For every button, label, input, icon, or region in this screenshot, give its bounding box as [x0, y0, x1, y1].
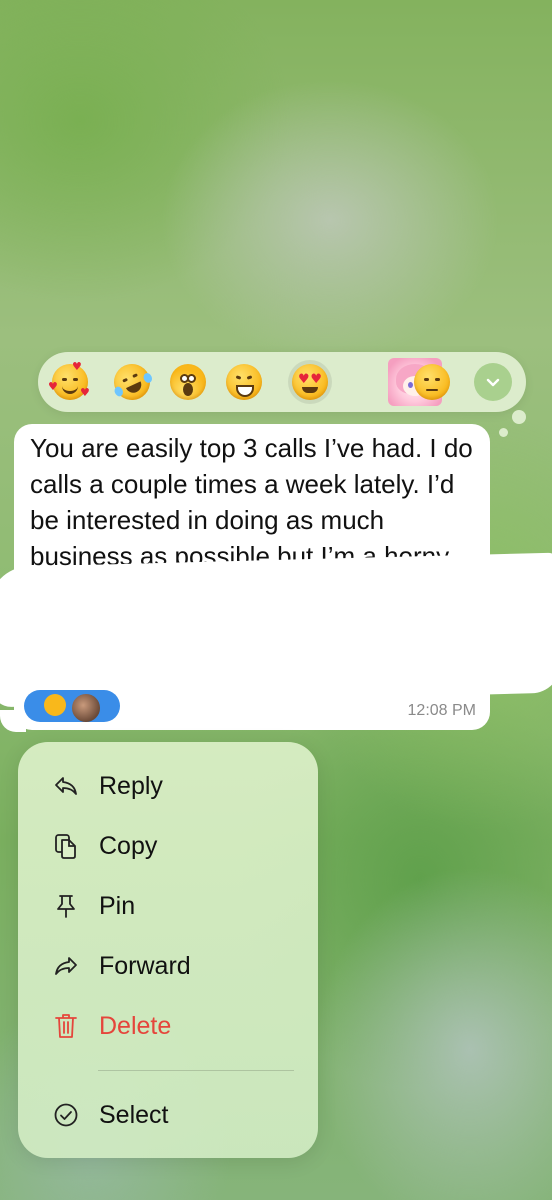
menu-item-reply[interactable]: Reply [18, 758, 318, 814]
menu-item-label: Pin [99, 891, 136, 920]
copy-icon [52, 832, 80, 860]
forward-icon [52, 952, 80, 980]
reaction-emoji-icon [44, 694, 66, 716]
message-timestamp: 12:08 PM [407, 702, 476, 719]
bubble-tail [0, 710, 26, 732]
menu-item-select[interactable]: Select [18, 1087, 318, 1143]
menu-item-label: Reply [99, 771, 163, 800]
avatar [70, 692, 102, 722]
rolling-on-floor-laughing-icon[interactable] [108, 358, 156, 406]
smiling-face-with-heart-eyes-icon[interactable]: ♥ ♥ [288, 360, 332, 404]
check-circle-icon [52, 1101, 80, 1129]
menu-separator [98, 1070, 294, 1071]
chevron-down-icon [486, 378, 500, 387]
reply-icon [52, 772, 80, 800]
expand-reactions-button[interactable] [474, 363, 512, 401]
unamused-face-icon[interactable] [410, 360, 454, 404]
pin-icon [52, 892, 80, 920]
reaction-bar: ♥ ♥ ♥ ♥ ♥ [38, 352, 526, 437]
menu-item-label: Forward [99, 951, 191, 980]
context-menu: Reply Copy Pin Forward Delete Select [18, 742, 318, 1158]
face-screaming-in-fear-icon[interactable] [166, 360, 210, 404]
redaction-overlay [0, 552, 552, 708]
menu-item-pin[interactable]: Pin [18, 878, 318, 934]
menu-item-label: Select [99, 1100, 169, 1129]
trash-icon [52, 1012, 80, 1040]
menu-item-delete[interactable]: Delete [18, 998, 318, 1054]
message-reactions[interactable] [24, 690, 120, 722]
menu-item-forward[interactable]: Forward [18, 938, 318, 994]
grinning-squinting-face-icon[interactable] [222, 360, 266, 404]
menu-item-copy[interactable]: Copy [18, 818, 318, 874]
menu-item-label: Copy [99, 831, 158, 860]
smiling-face-with-hearts-icon[interactable]: ♥ ♥ ♥ [48, 360, 92, 404]
menu-item-label: Delete [99, 1011, 172, 1040]
